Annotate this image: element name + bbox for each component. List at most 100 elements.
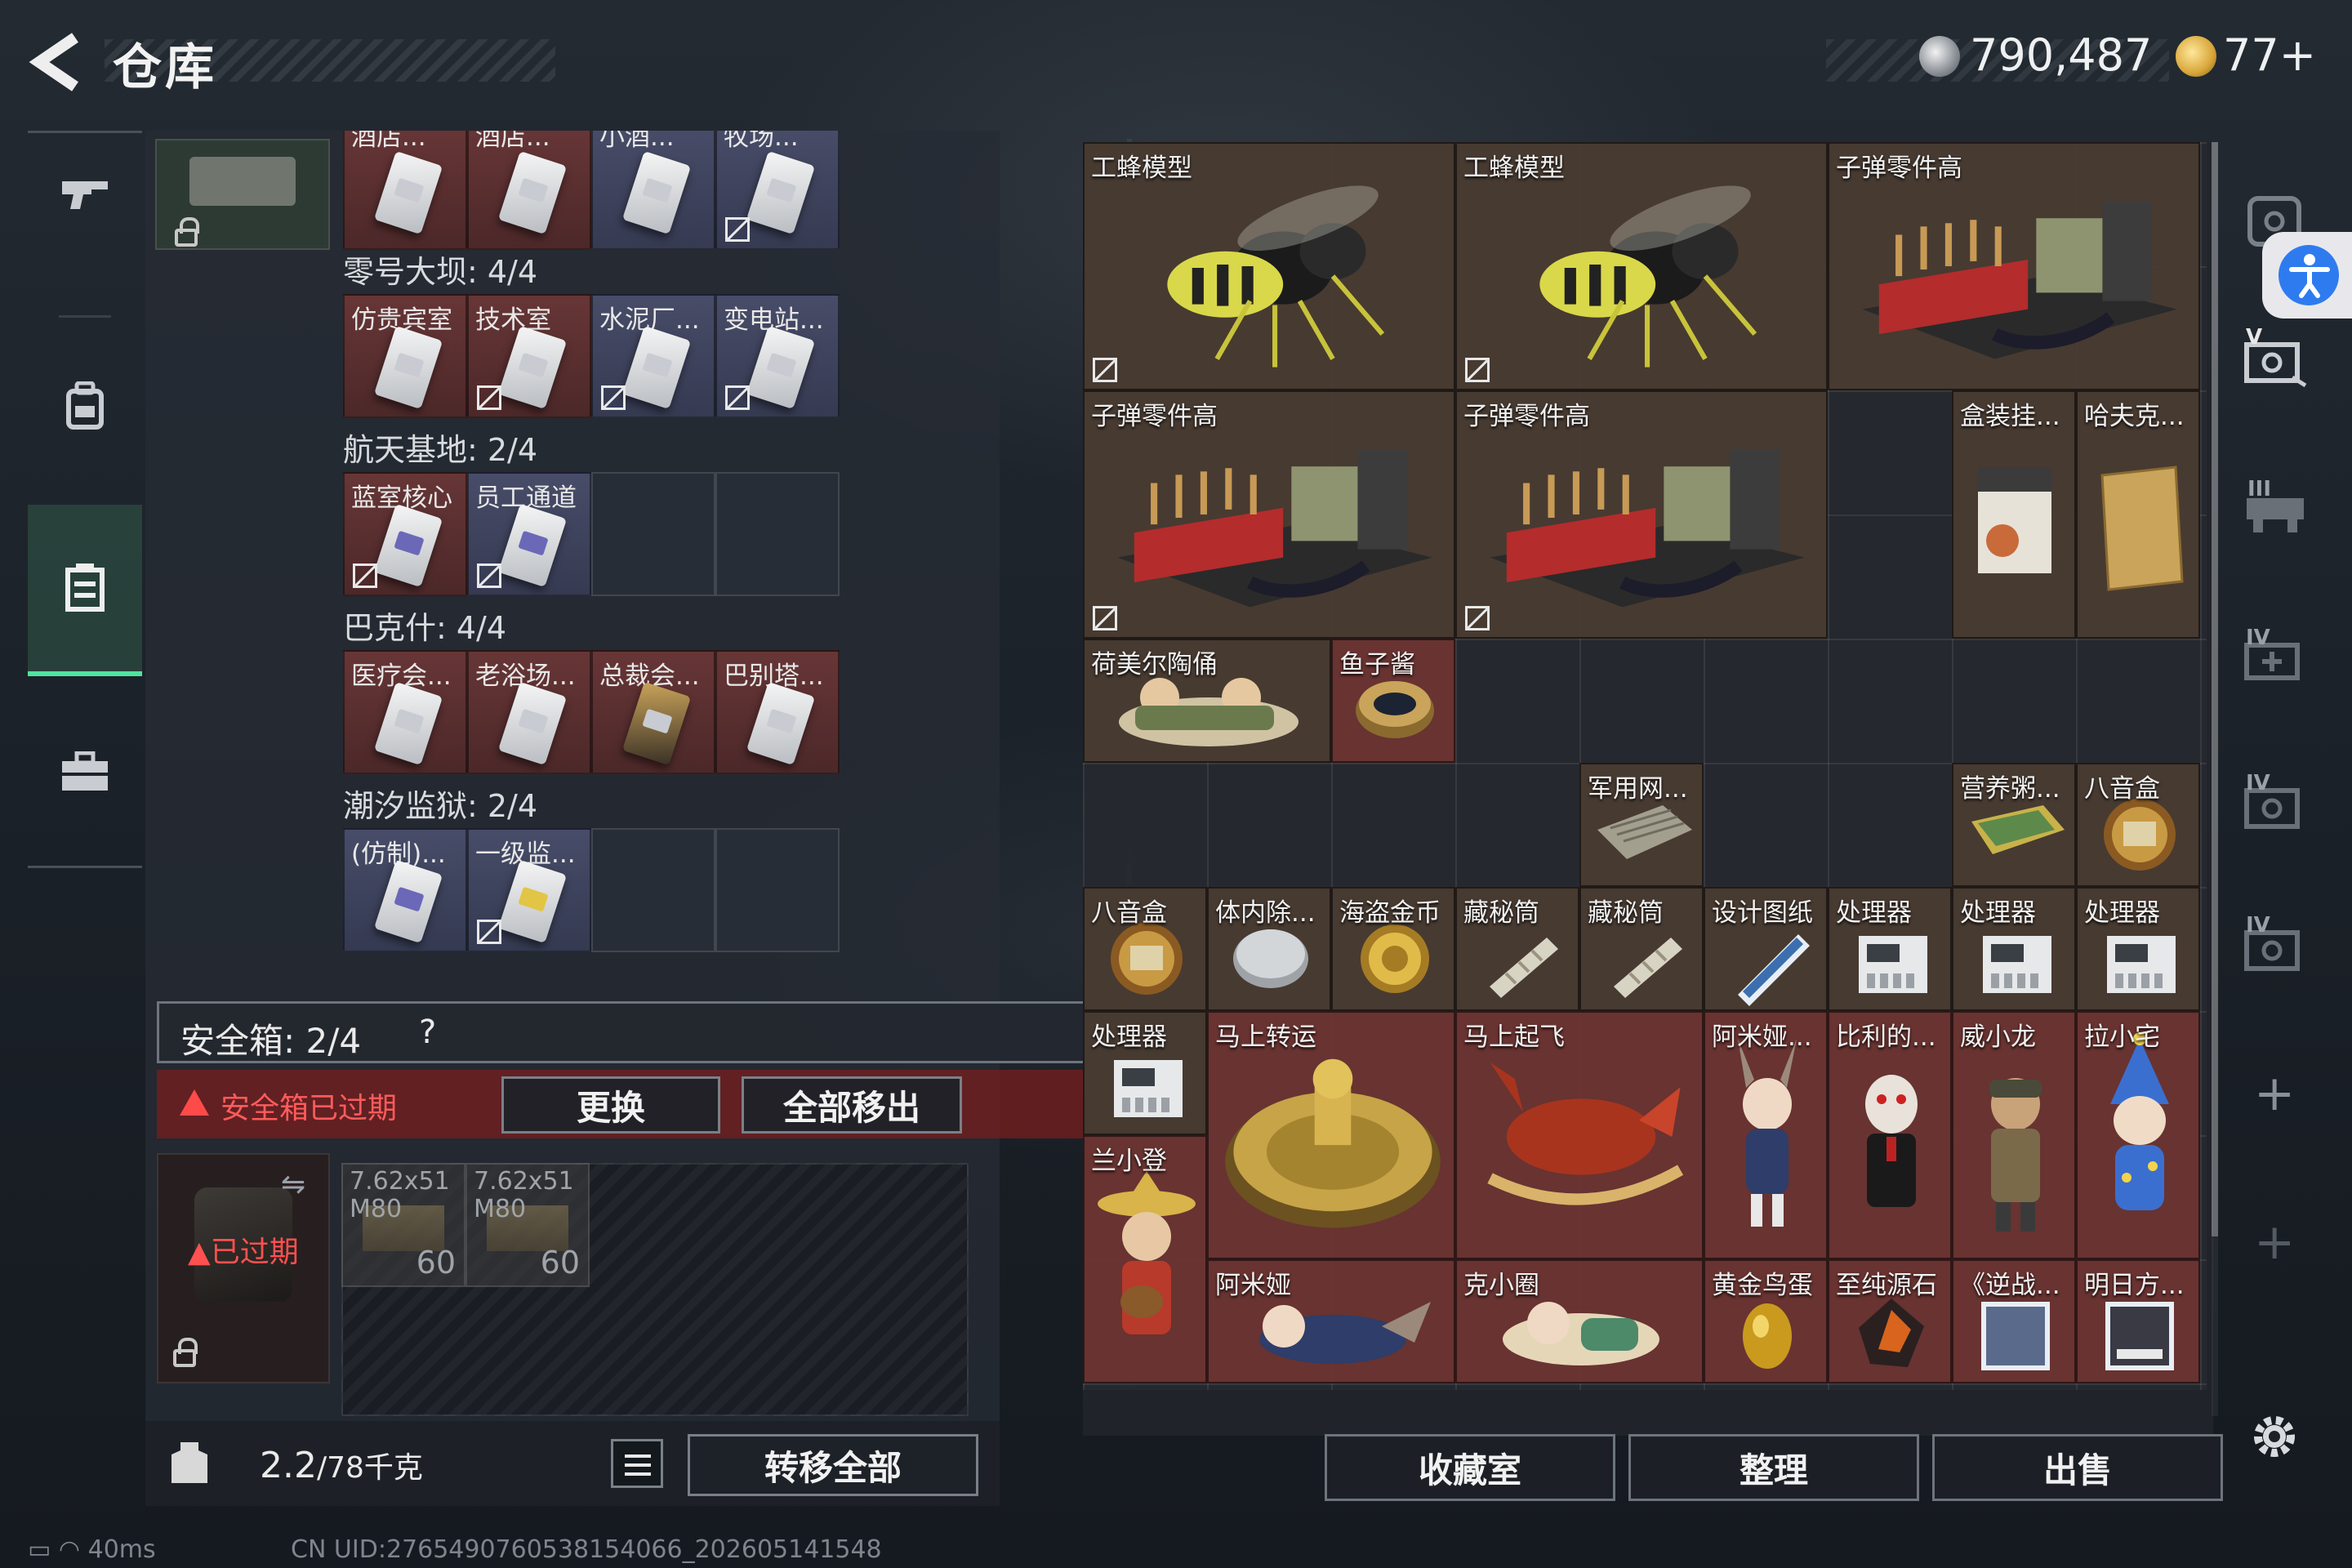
rail-storage-iv-plus[interactable]: IV xyxy=(2239,621,2313,694)
stash-item[interactable]: 黄金鸟蛋 xyxy=(1704,1259,1828,1383)
stash-item[interactable]: 处理器 xyxy=(1083,1011,1207,1135)
nav-briefcase[interactable] xyxy=(28,719,142,825)
rail-storage-iv[interactable]: IV xyxy=(2239,768,2313,841)
key-card-slot[interactable]: 水泥厂... xyxy=(591,294,715,418)
empty-key-slot[interactable] xyxy=(591,828,715,952)
stash-item[interactable]: 拉小宅 xyxy=(2076,1011,2200,1259)
stash-item[interactable]: 八音盒 xyxy=(2076,763,2200,887)
stash-item[interactable]: 工蜂模型 xyxy=(1083,142,1455,390)
top-preview-slot[interactable] xyxy=(155,139,330,250)
remove-all-button[interactable]: 全部移出 xyxy=(742,1076,962,1134)
item-name: 子弹零件高 xyxy=(1091,402,1218,431)
stash-item[interactable]: 营养粥... xyxy=(1952,763,2076,887)
stash-item[interactable]: 比利的... xyxy=(1828,1011,1952,1259)
stash-item[interactable]: 明日方... xyxy=(2076,1259,2200,1383)
item-name: 营养粥... xyxy=(1960,774,2060,804)
key-card-slot[interactable]: (仿制)... xyxy=(343,828,467,952)
swap-icon[interactable]: ⇋ xyxy=(281,1168,305,1201)
stash-item[interactable]: 子弹零件高 xyxy=(1455,390,1828,639)
lock-icon xyxy=(173,1338,198,1367)
stash-item[interactable]: 兰小登 xyxy=(1083,1135,1207,1383)
key-card-slot[interactable]: 老浴场... xyxy=(467,650,591,774)
nav-backpack[interactable] xyxy=(28,353,142,459)
stash-item[interactable]: 子弹零件高 xyxy=(1828,142,2200,390)
stash-item[interactable]: 体内除... xyxy=(1207,887,1331,1011)
stash-item[interactable]: 海盗金币 xyxy=(1331,887,1455,1011)
ammo-name: 7.62x51 M80 xyxy=(350,1167,450,1223)
accessibility-button[interactable] xyxy=(2262,232,2352,318)
key-card-slot[interactable]: 巴别塔... xyxy=(715,650,840,774)
empty-key-slot[interactable] xyxy=(591,472,715,596)
nav-storage[interactable] xyxy=(28,505,142,676)
map-section-label: 潮汐监狱: 2/4 xyxy=(343,788,538,824)
stash-item[interactable]: 克小圈 xyxy=(1455,1259,1704,1383)
stash-item[interactable]: 设计图纸 xyxy=(1704,887,1828,1011)
item-name: 鱼子酱 xyxy=(1339,650,1415,679)
gold-currency-value[interactable]: 77+ xyxy=(2223,29,2316,81)
no-insure-icon xyxy=(1465,606,1490,630)
warning-text: 安全箱已过期 xyxy=(220,1092,398,1125)
stash-item[interactable]: 八音盒 xyxy=(1083,887,1207,1011)
key-card-slot[interactable]: 总裁会... xyxy=(591,650,715,774)
add-storage-icon[interactable]: + xyxy=(2254,1065,2295,1122)
item-name: 阿米娅 xyxy=(1215,1271,1291,1300)
stash-item[interactable]: 处理器 xyxy=(2076,887,2200,1011)
rail-storage-iii[interactable]: III xyxy=(2239,472,2313,546)
key-card-slot[interactable]: 牧场... xyxy=(715,131,840,250)
key-card-slot[interactable]: 医疗会... xyxy=(343,650,467,774)
key-card-slot[interactable]: 蓝室核心 xyxy=(343,472,467,596)
gear-icon[interactable] xyxy=(2247,1410,2301,1463)
nav-bottom-line xyxy=(28,866,142,868)
stash-item[interactable]: 子弹零件高 xyxy=(1083,390,1455,639)
stash-item[interactable]: 军用网... xyxy=(1579,763,1704,887)
key-card-slot[interactable]: 酒店... xyxy=(343,131,467,250)
stash-item[interactable]: 藏秘筒 xyxy=(1455,887,1579,1011)
key-card-slot[interactable]: 小酒... xyxy=(591,131,715,250)
stash-item[interactable]: 哈夫克... xyxy=(2076,390,2200,639)
stash-item[interactable]: 马上转运 xyxy=(1207,1011,1455,1259)
key-card-slot[interactable]: 酒店... xyxy=(467,131,591,250)
gold-coin-icon xyxy=(2176,36,2216,77)
stash-item[interactable]: 荷美尔陶俑 xyxy=(1083,639,1331,763)
rail-storage-v[interactable]: V xyxy=(2239,323,2313,397)
stash-item[interactable]: 盒装挂... xyxy=(1952,390,2076,639)
stash-item[interactable]: 工蜂模型 xyxy=(1455,142,1828,390)
stash-item[interactable]: 《逆战... xyxy=(1952,1259,2076,1383)
stash-item[interactable]: 处理器 xyxy=(1952,887,2076,1011)
stash-item[interactable]: 阿米娅... xyxy=(1704,1011,1828,1259)
stash-item[interactable]: 马上起飞 xyxy=(1455,1011,1704,1259)
stash-item[interactable]: 藏秘筒 xyxy=(1579,887,1704,1011)
stash-scrollbar-thumb[interactable] xyxy=(2212,142,2218,1236)
key-card-slot[interactable]: 仿贵宾室 xyxy=(343,294,467,418)
stash-item[interactable]: 阿米娅 xyxy=(1207,1259,1455,1383)
ammo-item[interactable]: 7.62x51 M80 60 xyxy=(341,1163,466,1287)
nav-weapons[interactable] xyxy=(28,132,142,255)
stash-item[interactable]: 至纯源石 xyxy=(1828,1259,1952,1383)
no-insure-icon xyxy=(601,385,626,410)
empty-key-slot[interactable] xyxy=(715,828,840,952)
key-card-slot[interactable]: 变电站... xyxy=(715,294,840,418)
key-name: 牧场... xyxy=(724,131,799,152)
stash-item[interactable]: 威小龙 xyxy=(1952,1011,2076,1259)
key-card-slot[interactable]: 一级监... xyxy=(467,828,591,952)
transfer-all-button[interactable]: 转移全部 xyxy=(688,1434,978,1496)
replace-button[interactable]: 更换 xyxy=(501,1076,720,1134)
stash-item[interactable]: 鱼子酱 xyxy=(1331,639,1455,763)
key-card-slot[interactable]: 技术室 xyxy=(467,294,591,418)
stash-item[interactable]: 处理器 xyxy=(1828,887,1952,1011)
item-name: 设计图纸 xyxy=(1712,898,1813,928)
item-name: 兰小登 xyxy=(1091,1147,1167,1176)
help-icon[interactable]: ? xyxy=(419,1013,436,1051)
rail-storage-iv-2[interactable]: IV xyxy=(2239,910,2313,983)
list-view-icon[interactable] xyxy=(611,1439,663,1488)
sort-button[interactable]: 整理 xyxy=(1628,1434,1919,1501)
sell-button[interactable]: 出售 xyxy=(1932,1434,2223,1501)
empty-key-slot[interactable] xyxy=(715,472,840,596)
item-name: 马上起飞 xyxy=(1463,1022,1565,1052)
back-arrow-icon[interactable] xyxy=(28,31,85,93)
safe-box-slot[interactable]: ⇋ ▲已过期 xyxy=(157,1153,330,1383)
ammo-item[interactable]: 7.62x51 M80 60 xyxy=(466,1163,590,1287)
key-card-slot[interactable]: 员工通道 xyxy=(467,472,591,596)
collection-room-button[interactable]: 收藏室 xyxy=(1325,1434,1615,1501)
item-name: 哈夫克... xyxy=(2084,402,2185,431)
